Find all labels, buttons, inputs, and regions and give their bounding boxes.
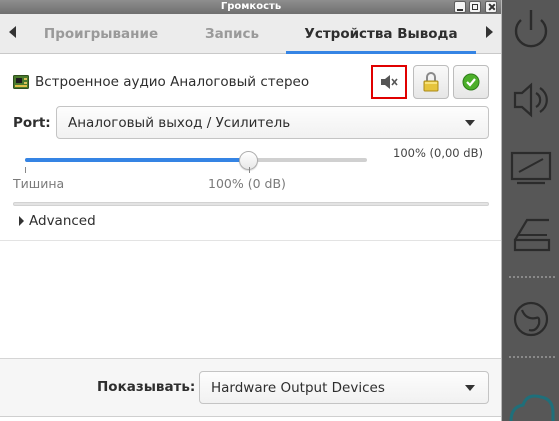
chevron-down-icon [465, 120, 475, 126]
lock-channels-button[interactable] [413, 65, 449, 99]
minimize-icon [457, 9, 463, 11]
expander-arrow-icon[interactable] [19, 216, 24, 226]
speaker-muted-icon [381, 75, 398, 89]
scanner-icon [513, 218, 551, 252]
window-bottom-edge [0, 416, 501, 421]
speaker-volume-icon [513, 82, 548, 118]
divider [0, 240, 501, 241]
set-default-button[interactable] [453, 65, 489, 99]
maximize-button[interactable] [469, 1, 481, 13]
normal-mark-label: 100% (0 dB) [208, 176, 286, 191]
sound-card-icon [13, 75, 29, 89]
dock-cloud[interactable] [503, 370, 559, 421]
divider [13, 202, 489, 206]
tab-scroll-right-icon[interactable] [486, 26, 493, 38]
dock-volume[interactable] [503, 68, 559, 128]
volume-control-window: Громкость Проигрывание Запись Устройства… [0, 0, 502, 421]
show-filter-value: Hardware Output Devices [211, 380, 385, 396]
display-icon [510, 151, 552, 185]
slider-mark-100 [248, 167, 250, 173]
tab-playback[interactable]: Проигрывание [26, 14, 176, 54]
tab-output-devices[interactable]: Устройства Вывода [286, 14, 476, 54]
dock-separator [509, 356, 555, 358]
maximize-icon [472, 4, 478, 10]
tab-bar: Проигрывание Запись Устройства Вывода [0, 14, 501, 54]
power-icon [514, 10, 548, 48]
slider-mark-silence [25, 167, 26, 173]
silence-mark-label: Тишина [13, 176, 65, 191]
volume-slider[interactable] [25, 158, 367, 162]
dock-firefox[interactable] [503, 288, 559, 348]
chevron-down-icon [465, 385, 475, 391]
padlock-icon [423, 72, 439, 92]
tab-scroll-left-icon[interactable] [9, 26, 16, 38]
port-label: Port: [13, 115, 51, 131]
port-value: Аналоговый выход / Усилитель [68, 115, 291, 131]
close-button[interactable] [485, 1, 497, 13]
window-titlebar[interactable]: Громкость [0, 0, 501, 14]
minimize-button[interactable] [454, 1, 466, 13]
port-dropdown[interactable]: Аналоговый выход / Усилитель [56, 106, 489, 139]
dock-separator [509, 276, 555, 278]
volume-value-label: 100% (0,00 dB) [393, 146, 483, 160]
mute-button[interactable] [371, 65, 407, 99]
tab-recording[interactable]: Запись [186, 14, 278, 54]
firefox-icon [513, 301, 549, 337]
volume-slider-fill [25, 158, 249, 162]
show-filter-label: Показывать: [97, 379, 196, 395]
show-filter-dropdown[interactable]: Hardware Output Devices [199, 371, 489, 404]
advanced-expander[interactable]: Advanced [29, 213, 96, 229]
checkmark-icon [462, 73, 480, 91]
dock-power[interactable] [503, 0, 559, 60]
dock-display[interactable] [503, 136, 559, 196]
side-dock [503, 0, 559, 421]
cloud-icon [509, 394, 555, 421]
dock-scanner[interactable] [503, 204, 559, 264]
device-name: Встроенное аудио Аналоговый стерео [35, 74, 310, 90]
window-title: Громкость [220, 1, 282, 12]
